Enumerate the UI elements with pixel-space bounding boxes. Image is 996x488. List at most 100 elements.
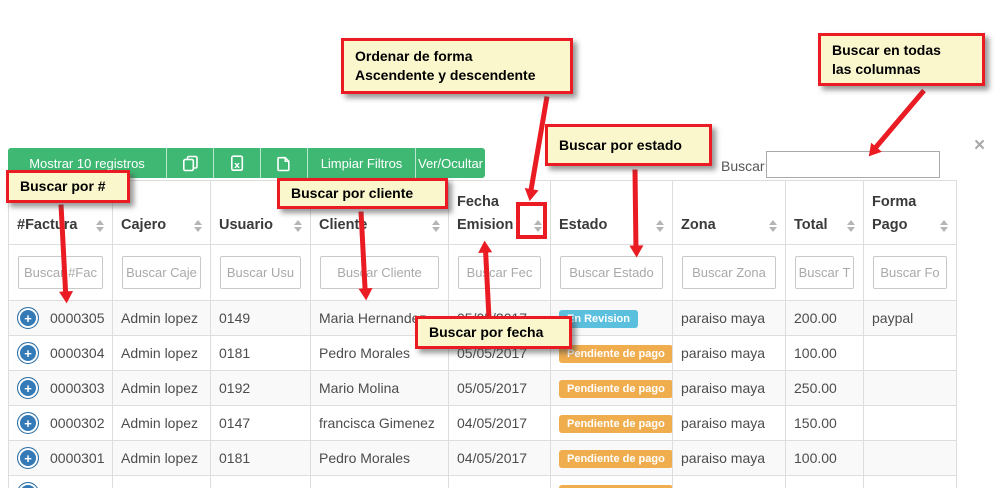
- svg-text:x: x: [234, 161, 240, 171]
- column-header-zona[interactable]: Zona: [673, 181, 786, 245]
- expand-row-icon[interactable]: +: [17, 482, 39, 488]
- column-header-total[interactable]: Total: [786, 181, 864, 245]
- expand-row-icon[interactable]: +: [17, 412, 39, 434]
- cell-total: 100.00: [786, 441, 864, 476]
- column-label: Cajero: [121, 214, 166, 236]
- filter-forma-input[interactable]: [873, 256, 947, 289]
- copy-button[interactable]: [166, 148, 213, 178]
- filter-cliente-input[interactable]: [320, 256, 439, 289]
- cell-cajero: Admin lopez: [113, 441, 211, 476]
- toggle-columns-button[interactable]: Ver/Ocultar: [415, 148, 485, 178]
- cell-cliente: Mario Molina: [311, 371, 449, 406]
- cell-fecha: 05/05/2017: [449, 371, 551, 406]
- cell-factura: 0000301: [50, 450, 105, 466]
- cell-factura: 0000303: [50, 380, 105, 396]
- sort-icon[interactable]: [194, 220, 202, 232]
- column-label: Total: [794, 214, 828, 236]
- sort-icon[interactable]: [769, 220, 777, 232]
- status-badge: Pendiente de pago: [559, 380, 673, 398]
- cell-forma-pago: [864, 371, 957, 406]
- filter-estado-input[interactable]: [560, 256, 663, 289]
- filter-usuario-input[interactable]: [220, 256, 301, 289]
- cell-zona: paraiso maya: [673, 301, 786, 336]
- pdf-icon: [276, 155, 292, 172]
- cell-cajero: Admin lopez: [113, 301, 211, 336]
- table-row: +0000303 Admin lopez 0192 Mario Molina 0…: [9, 371, 957, 406]
- cell-factura: 0000304: [50, 345, 105, 361]
- cell-cajero: Admin lopez: [113, 371, 211, 406]
- cell-fecha: [449, 476, 551, 488]
- cell-usuario: 0181: [211, 336, 311, 371]
- cell-forma-pago: [864, 476, 957, 488]
- cell-fecha: 04/05/2017: [449, 441, 551, 476]
- cell-forma-pago: paypal: [864, 301, 957, 336]
- column-header-forma-pago[interactable]: Forma Pago: [864, 181, 957, 245]
- callout-buscar-por-cliente: Buscar por cliente: [277, 178, 448, 209]
- cell-usuario: 0149: [211, 301, 311, 336]
- callout-ordenar: Ordenar de forma Ascendente y descendent…: [341, 38, 573, 94]
- table-row: +0000302 Admin lopez 0147 francisca Gime…: [9, 406, 957, 441]
- cell-total: 150.00: [786, 406, 864, 441]
- cell-usuario: [211, 476, 311, 488]
- cell-fecha: 04/05/2017: [449, 406, 551, 441]
- cell-cliente: Pedro Morales: [311, 441, 449, 476]
- table-row: +0000301 Admin lopez 0181 Pedro Morales …: [9, 441, 957, 476]
- pdf-export-button[interactable]: [260, 148, 307, 178]
- cell-usuario: 0147: [211, 406, 311, 441]
- cell-cajero: Admin lopez: [113, 336, 211, 371]
- cell-total: 200.00: [786, 301, 864, 336]
- sort-icon[interactable]: [96, 220, 104, 232]
- filter-cajero-input[interactable]: [122, 256, 201, 289]
- status-badge: Pendiente de pago: [559, 345, 673, 363]
- excel-export-button[interactable]: x: [213, 148, 260, 178]
- column-label: Forma Pago: [872, 191, 918, 236]
- status-badge: Pendiente de pago: [559, 450, 673, 468]
- sort-icon[interactable]: [294, 220, 302, 232]
- expand-row-icon[interactable]: +: [17, 342, 39, 364]
- column-label: Usuario: [219, 214, 273, 236]
- global-search-input[interactable]: [766, 151, 940, 178]
- status-badge: Pendiente de pago: [559, 415, 673, 433]
- cell-cajero: Admin lopez: [113, 406, 211, 441]
- callout-buscar-por-fecha: Buscar por fecha: [415, 316, 572, 349]
- expand-row-icon[interactable]: +: [17, 307, 39, 329]
- cell-forma-pago: [864, 406, 957, 441]
- cell-forma-pago: [864, 336, 957, 371]
- invoice-table-screen: Mostrar 10 registros x Limpiar Filtros V…: [0, 0, 996, 488]
- cell-factura: 0000305: [50, 310, 105, 326]
- column-label: Fecha Emision: [457, 191, 515, 236]
- header-row: #Factura Cajero Usuario Cliente Fecha Em…: [9, 181, 957, 245]
- table-row-partial: + Pendiente de pago: [9, 476, 957, 488]
- copy-icon: [182, 155, 199, 172]
- cell-factura: 0000302: [50, 415, 105, 431]
- filter-fecha-input[interactable]: [458, 256, 541, 289]
- cell-usuario: 0192: [211, 371, 311, 406]
- filter-zona-input[interactable]: [682, 256, 776, 289]
- sort-icon[interactable]: [432, 220, 440, 232]
- arrow-to-estado-filter: [633, 169, 639, 246]
- cell-zona: paraiso maya: [673, 336, 786, 371]
- cell-total: 100.00: [786, 336, 864, 371]
- cell-zona: paraiso maya: [673, 406, 786, 441]
- sort-icon[interactable]: [847, 220, 855, 232]
- column-label: #Factura: [17, 214, 77, 236]
- close-icon[interactable]: ×: [974, 135, 985, 157]
- cell-usuario: 0181: [211, 441, 311, 476]
- cell-cajero: [113, 476, 211, 488]
- callout-buscar-todas-columnas: Buscar en todas las columnas: [818, 33, 985, 86]
- clear-filters-button[interactable]: Limpiar Filtros: [307, 148, 415, 178]
- column-label: Zona: [681, 214, 716, 236]
- expand-row-icon[interactable]: +: [17, 447, 39, 469]
- global-search-label: Buscar:: [721, 158, 768, 174]
- cell-cliente: [311, 476, 449, 488]
- arrow-to-global-search: [874, 89, 926, 149]
- sort-icon[interactable]: [656, 220, 664, 232]
- filter-total-input[interactable]: [795, 256, 854, 289]
- cell-cliente: francisca Gimenez: [311, 406, 449, 441]
- column-header-estado[interactable]: Estado: [551, 181, 673, 245]
- cell-total: 250.00: [786, 371, 864, 406]
- callout-buscar-por-estado: Buscar por estado: [545, 124, 712, 166]
- expand-row-icon[interactable]: +: [17, 377, 39, 399]
- column-label: Estado: [559, 214, 607, 236]
- sort-icon[interactable]: [940, 220, 948, 232]
